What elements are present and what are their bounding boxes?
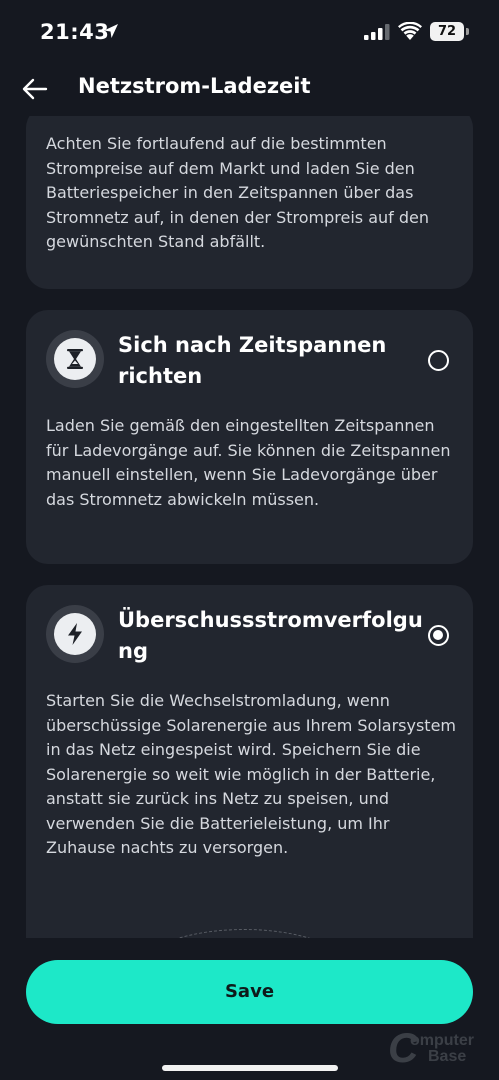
page-title: Netzstrom-Ladezeit [78, 74, 311, 98]
market-price-description: Achten Sie fortlaufend auf die bestimmte… [46, 134, 429, 251]
time-period-option-card[interactable]: Sich nach Zeitspannen richten Laden Sie … [26, 310, 473, 564]
status-time: 21:43 [40, 20, 110, 44]
save-button[interactable]: Save [26, 960, 473, 1024]
watermark-logo: C omputer Base [388, 1026, 488, 1076]
surplus-power-description: Starten Sie die Wechselstromladung, wenn… [46, 691, 456, 857]
back-arrow-icon[interactable] [22, 76, 48, 102]
battery-cap [466, 28, 469, 35]
cellular-signal-icon [364, 24, 390, 40]
time-period-description: Laden Sie gemäß den eingestellten Zeitsp… [46, 416, 451, 509]
hourglass-icon [67, 349, 83, 369]
home-indicator[interactable] [162, 1065, 338, 1071]
time-period-radio[interactable] [428, 350, 449, 371]
status-bar: 21:43 72 [0, 0, 499, 62]
options-list[interactable]: Achten Sie fortlaufend auf die bestimmte… [0, 116, 499, 938]
market-price-option-card[interactable]: Achten Sie fortlaufend auf die bestimmte… [26, 116, 473, 289]
hourglass-icon-badge [46, 330, 104, 388]
location-arrow-icon [104, 24, 118, 38]
surplus-power-radio-selected[interactable] [428, 625, 449, 646]
time-period-option-title: Sich nach Zeitspannen richten [118, 333, 387, 388]
footer: Save C omputer Base [0, 938, 499, 1080]
surplus-power-option-title: Überschussstromverfolgu ng [118, 608, 423, 663]
wifi-icon [398, 22, 422, 40]
lightning-icon [68, 623, 82, 645]
watermark-line-2: Base [428, 1048, 467, 1065]
surplus-power-option-card[interactable]: Überschussstromverfolgu ng Starten Sie d… [26, 585, 473, 938]
battery-indicator: 72 [430, 22, 464, 41]
lightning-icon-badge [46, 605, 104, 663]
header: Netzstrom-Ladezeit [0, 62, 499, 116]
